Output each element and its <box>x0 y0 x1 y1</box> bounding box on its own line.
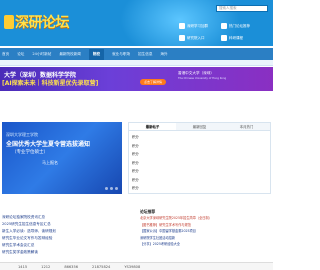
list-item[interactable]: 2025研究生招生信息专区汇总 <box>2 221 127 228</box>
header-button-2[interactable]: 热门论坛推荐 <box>220 22 260 30</box>
book-icon <box>221 35 227 41</box>
stat-value: 1415 <box>18 264 28 269</box>
posts-panel: 最新帖子 最新回复 本月热门 积分 积分 积分 积分 积分 积分 积分 <box>128 122 271 194</box>
nav-item-new-posts[interactable]: 24小时新帖 <box>32 52 51 57</box>
nav-item-home[interactable]: 首页 <box>2 52 9 57</box>
fire-icon <box>221 23 227 29</box>
nav-item-school-news[interactable]: 最新院校新闻 <box>59 52 81 57</box>
banner-university-name: 香港中文大学（深圳） <box>178 71 214 75</box>
logo-text: 深研论坛 <box>15 15 70 31</box>
header-button-label: 深研学习加群 <box>187 24 208 28</box>
promo-line-2: 全国优秀大学生夏令营选拔通知 <box>6 141 91 148</box>
site-logo[interactable]: 深研论坛 <box>4 12 70 32</box>
tab-latest-replies[interactable]: 最新回复 <box>176 123 223 130</box>
promo-line-4: 马上报名 <box>42 160 58 165</box>
banner-university-english: The Chinese University of Hong Kong <box>178 77 227 80</box>
panel-row: 积分 <box>132 186 139 190</box>
posts-tabs: 最新帖子 最新回复 本月热门 <box>129 123 270 131</box>
banner-subtitle: [AI探索未来｜科技新星优先录取营] <box>2 80 99 87</box>
posts-rows: 积分 积分 积分 积分 积分 积分 积分 <box>129 131 270 195</box>
stat-value: YS39808 <box>124 264 141 269</box>
nav-item-admissions[interactable]: 招生信息 <box>138 52 152 57</box>
chat-icon <box>179 23 185 29</box>
panel-row: 积分 <box>132 177 139 182</box>
building-icon <box>179 35 185 41</box>
panel-row: 积分 <box>132 160 139 165</box>
left-link-list: 深研论坛独家院校资讯汇总 2025研究生招生信息专区汇总 新生入学必读：选导师、… <box>2 214 127 256</box>
list-item[interactable]: 新生入学必读：选导师、读研规划 <box>2 228 127 235</box>
main-nav: 首页 论坛 24小时新帖 最新院校新闻 院校 就业与职场 招生信息 海外 <box>0 48 273 60</box>
panel-row: 积分 <box>132 135 139 139</box>
logo-icon <box>4 15 14 29</box>
recommend-list: 论坛推荐 北京大学深圳研究生院2025年招生简章（全日制） 【图书推荐】研究生学… <box>140 208 273 248</box>
promo-line-1: 深圳大学理工学院 <box>6 132 38 137</box>
stats-bar: 1415 1212 866356 21875824 YS39808 <box>0 262 273 270</box>
tab-monthly-hot[interactable]: 本月热门 <box>223 123 270 130</box>
header-button-4[interactable]: 科研课程 <box>220 34 260 42</box>
list-item[interactable]: 【分享】2025考研经验大全 <box>140 241 273 248</box>
stat-value: 21875824 <box>92 264 111 269</box>
header-button-1[interactable]: 深研学习加群 <box>178 22 218 30</box>
header-button-3[interactable]: 研究院入口 <box>178 34 218 42</box>
promo-line-3: （专业学位硕士） <box>12 150 48 155</box>
header-button-label: 研究院入口 <box>187 36 205 40</box>
search-input[interactable]: 搜索人搜索 <box>216 5 268 12</box>
header-button-label: 热门论坛推荐 <box>229 24 250 28</box>
slideshow-dots <box>103 187 118 190</box>
panel-row: 积分 <box>132 152 139 156</box>
ad-banner[interactable]: 大学（深圳）数据科学学院 [AI探索未来｜科技新星优先录取营] 点击了解详情 香… <box>0 67 273 91</box>
banner-cta-button[interactable]: 点击了解详情 <box>140 79 166 85</box>
stat-value: 866356 <box>64 264 79 269</box>
panel-row: 积分 <box>132 169 139 173</box>
promo-slideshow[interactable]: 深圳大学理工学院 全国优秀大学生夏令营选拔通知 （专业学位硕士） 马上报名 <box>2 122 122 194</box>
slide-dot[interactable] <box>105 187 108 190</box>
nav-item-career[interactable]: 就业与职场 <box>112 52 130 57</box>
slide-dot[interactable] <box>110 187 113 190</box>
list-item[interactable]: 研究生学术会议汇总 <box>2 242 127 249</box>
list-item[interactable]: 深研论坛独家院校资讯汇总 <box>2 214 127 221</box>
nav-item-schools[interactable]: 院校 <box>88 48 105 60</box>
tab-latest-posts[interactable]: 最新帖子 <box>129 123 176 130</box>
nav-item-forum[interactable]: 论坛 <box>17 52 24 57</box>
nav-item-overseas[interactable]: 海外 <box>160 52 167 57</box>
sub-nav <box>0 60 273 66</box>
panel-row: 积分 <box>132 143 139 148</box>
slide-dot[interactable] <box>115 187 118 190</box>
recommend-heading: 论坛推荐 <box>140 209 156 214</box>
stat-value: 1212 <box>41 264 51 269</box>
site-header: 深研论坛 搜索人搜索 深研学习加群 热门论坛推荐 研究院入口 科研课程 <box>0 0 273 46</box>
header-button-label: 科研课程 <box>229 36 243 40</box>
list-item[interactable]: 研究生毕业论文写作与答辩经验 <box>2 235 127 242</box>
list-item[interactable]: 研究生奖学金政策解读 <box>2 249 127 256</box>
